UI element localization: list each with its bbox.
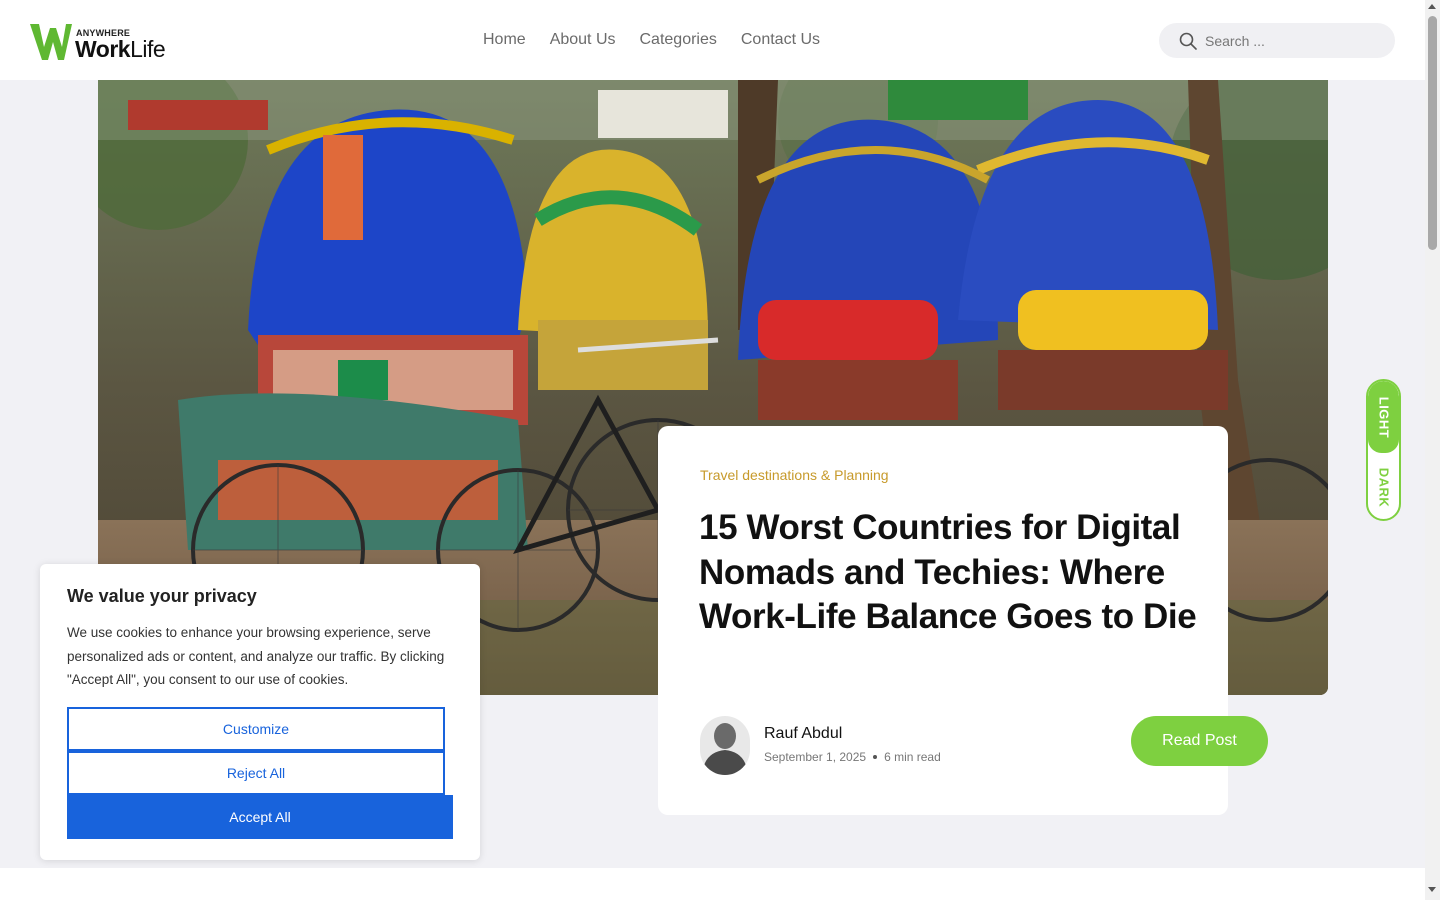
author-photo — [700, 716, 750, 775]
post-date: September 1, 2025 — [764, 750, 867, 764]
post-category-link[interactable]: Travel destinations & Planning — [700, 467, 889, 483]
author-name[interactable]: Rauf Abdul — [764, 725, 842, 743]
post-meta: September 1, 2025 6 min read — [764, 750, 941, 764]
nav-about-us[interactable]: About Us — [538, 29, 628, 51]
author-avatar[interactable] — [700, 716, 750, 775]
search-box[interactable] — [1159, 23, 1395, 58]
scrollbar-thumb[interactable] — [1428, 16, 1437, 250]
logo-w-mark-icon — [30, 24, 72, 60]
scroll-down-arrow-icon[interactable] — [1428, 887, 1436, 892]
post-title[interactable]: 15 Worst Countries for Digital Nomads an… — [699, 506, 1199, 640]
read-time: 6 min read — [884, 750, 941, 764]
cookie-title: We value your privacy — [67, 586, 257, 606]
cookie-consent-banner: We value your privacy We use cookies to … — [40, 564, 480, 860]
read-post-button[interactable]: Read Post — [1131, 716, 1268, 766]
nav-contact-us[interactable]: Contact Us — [729, 29, 832, 51]
main-nav: Home About Us Categories Contact Us — [471, 29, 832, 51]
site-logo[interactable]: ANYWHERE WorkLife — [30, 22, 180, 62]
cookie-customize-button[interactable]: Customize — [67, 707, 445, 751]
logo-wordmark: WorkLife — [75, 36, 166, 62]
search-icon[interactable] — [1179, 32, 1197, 50]
site-header: ANYWHERE WorkLife Home About Us Categori… — [0, 0, 1425, 80]
next-section — [0, 868, 1425, 900]
page-scrollbar[interactable] — [1425, 0, 1440, 900]
dark-mode-label: DARK — [1376, 467, 1391, 507]
nav-categories[interactable]: Categories — [628, 29, 729, 51]
light-mode-button[interactable]: LIGHT — [1368, 381, 1399, 453]
cookie-accept-all-button[interactable]: Accept All — [67, 795, 453, 839]
nav-home[interactable]: Home — [471, 29, 538, 51]
cookie-reject-all-button[interactable]: Reject All — [67, 751, 445, 795]
cookie-description: We use cookies to enhance your browsing … — [67, 625, 445, 687]
dark-mode-button[interactable]: DARK — [1368, 455, 1399, 519]
search-input[interactable] — [1205, 31, 1375, 51]
featured-post-card: Travel destinations & Planning 15 Worst … — [658, 426, 1268, 815]
light-mode-label: LIGHT — [1376, 396, 1391, 438]
scroll-up-arrow-icon[interactable] — [1428, 4, 1436, 9]
theme-toggle: LIGHT DARK — [1366, 379, 1401, 521]
meta-separator-dot — [873, 755, 878, 759]
